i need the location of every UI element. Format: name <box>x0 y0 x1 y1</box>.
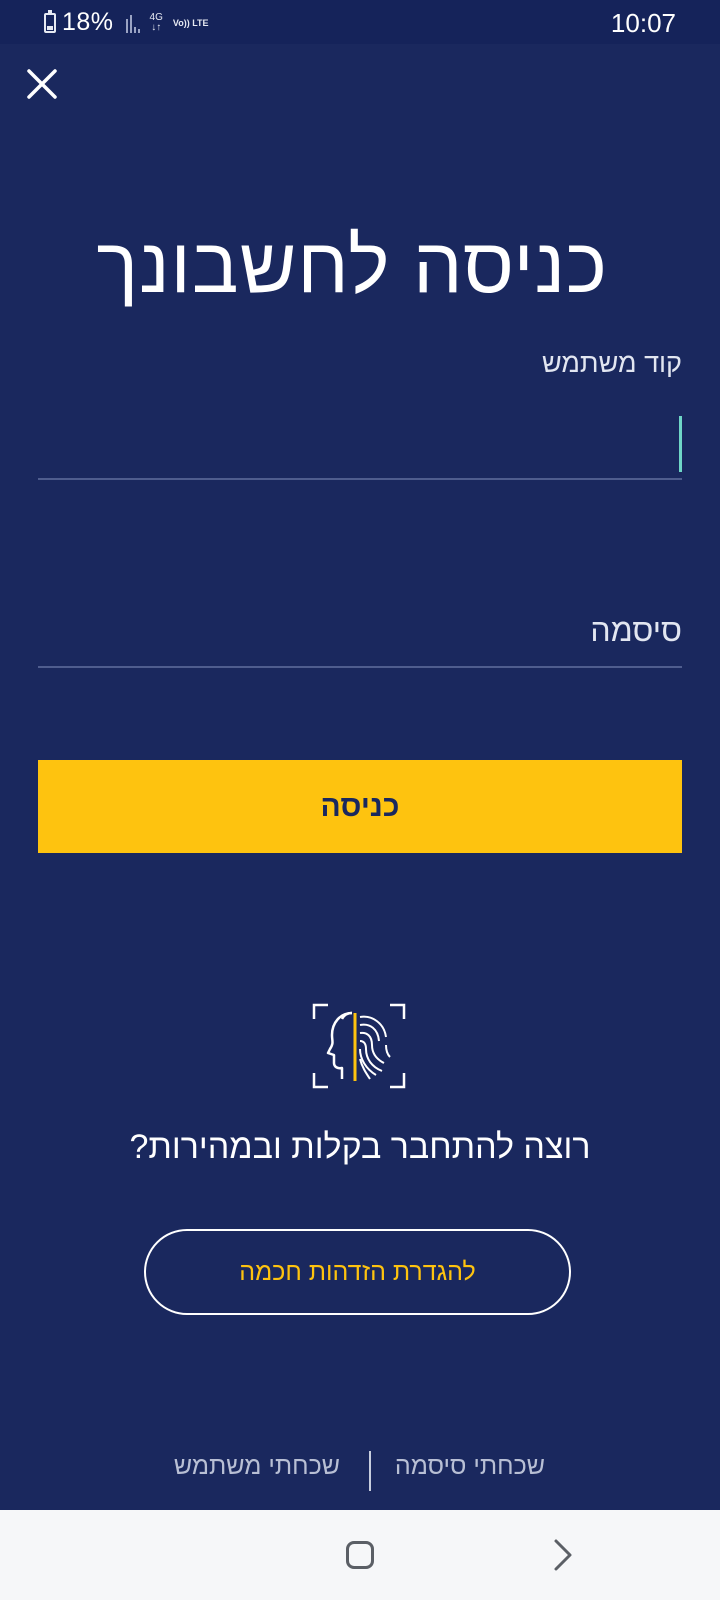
face-fingerprint-icon <box>312 1003 406 1089</box>
data-arrows-icon: ↓↑ <box>151 21 162 33</box>
password-label: סיסמה <box>590 612 682 648</box>
volte-icon: Vo)) LTE <box>172 17 209 28</box>
network-type-label: 4G <box>149 11 163 23</box>
password-field[interactable] <box>38 598 682 668</box>
biometric-question: רוצה להתחבר בקלות ובמהירות? <box>129 1128 591 1166</box>
forgot-username-link[interactable]: שכחתי משתמש <box>174 1452 340 1481</box>
username-label: קוד משתמש <box>541 348 682 378</box>
close-icon <box>27 69 57 99</box>
smart-id-setup-button[interactable]: להגדרת הזדהות חכמה <box>144 1229 571 1315</box>
link-divider <box>369 1451 371 1491</box>
battery-percentage: 18% <box>62 8 114 36</box>
battery-icon <box>44 9 56 33</box>
username-field[interactable] <box>38 400 682 480</box>
network-type-icon: 4G ↓↑ <box>149 11 163 33</box>
text-cursor <box>679 416 682 472</box>
forgot-password-link[interactable]: שכחתי סיסמה <box>395 1452 545 1481</box>
status-left-group: 18% 4G ↓↑ Vo)) LTE <box>44 8 209 37</box>
back-nav-icon[interactable] <box>548 1538 578 1572</box>
close-button[interactable] <box>22 64 62 104</box>
signal-icon <box>125 13 140 33</box>
login-button[interactable]: כניסה <box>38 760 682 853</box>
navigation-bar <box>0 1510 720 1600</box>
status-bar: 18% 4G ↓↑ Vo)) LTE 10:07 <box>0 0 720 44</box>
status-time: 10:07 <box>610 8 676 38</box>
home-nav-icon[interactable] <box>346 1541 374 1569</box>
page-title: כניסה לחשבונך <box>96 221 608 309</box>
